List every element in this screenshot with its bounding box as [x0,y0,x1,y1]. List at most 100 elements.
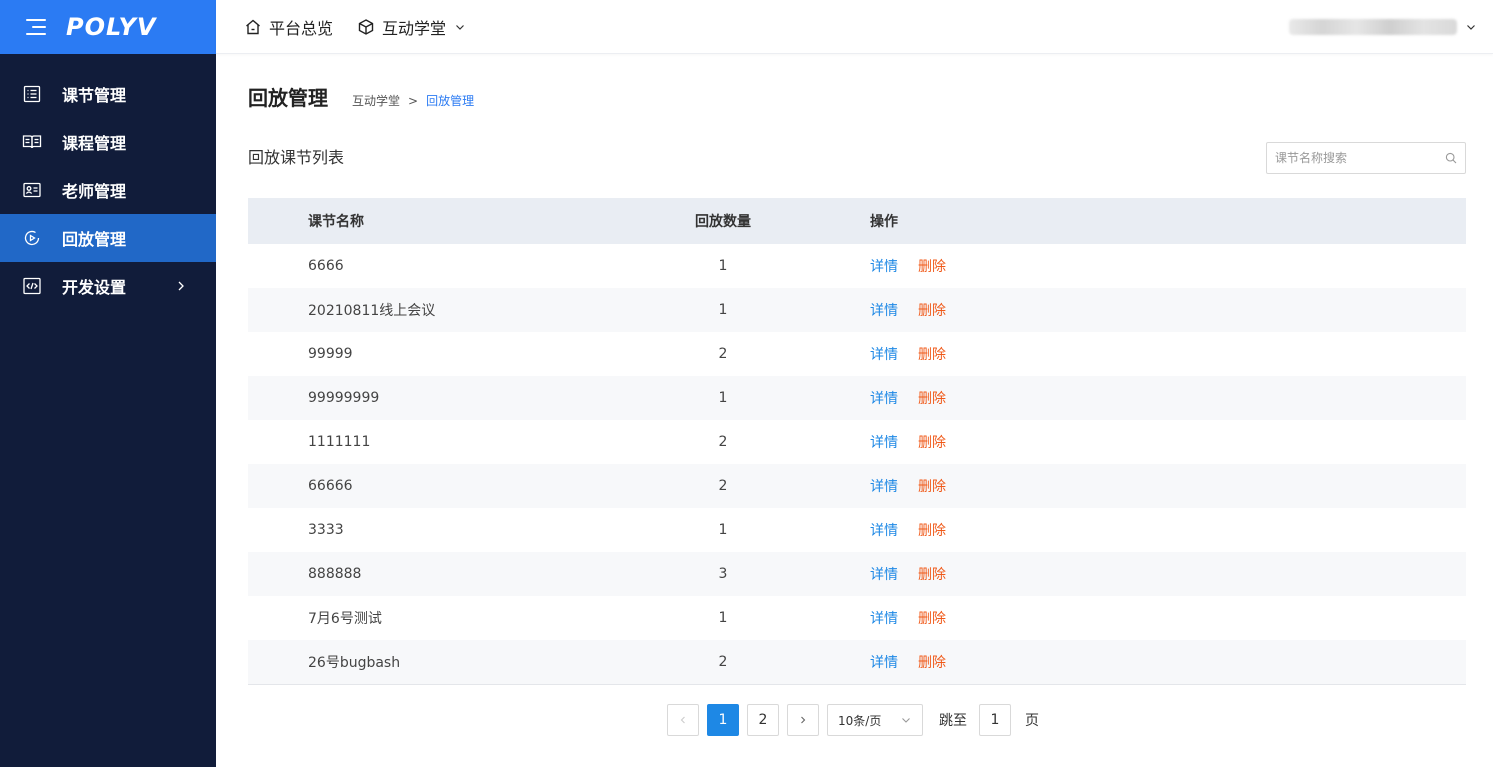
cube-icon [358,18,374,35]
section-title: 回放课节列表 [248,148,345,167]
row-actions: 详情 删除 [798,344,946,364]
playback-count: 1 [718,258,728,274]
detail-link[interactable]: 详情 [870,256,898,276]
playback-count: 2 [718,654,728,670]
chevron-down-icon [456,24,464,30]
page-header: 回放管理 互动学堂 > 回放管理 [248,82,474,111]
lesson-name: 3333 [308,522,344,538]
lesson-search-box [1266,142,1466,174]
book-icon [22,132,42,152]
row-actions: 详情 删除 [798,564,946,584]
sidebar-item-playback[interactable]: 回放管理 [0,214,216,262]
home-icon [246,19,260,34]
user-name-blurred [1289,19,1457,35]
page-title: 回放管理 [248,86,328,110]
sidebar-item-label: 老师管理 [62,182,127,201]
delete-link[interactable]: 删除 [918,564,946,584]
lesson-name: 1111111 [308,434,371,450]
delete-link[interactable]: 删除 [918,652,946,672]
table-row: 66666 2 详情 删除 [248,464,1466,508]
row-actions: 详情 删除 [798,652,946,672]
user-menu[interactable] [1289,15,1477,39]
sidebar-item-lessons[interactable]: 课节管理 [0,70,216,118]
playback-count: 1 [718,390,728,406]
table-row: 26号bugbash 2 详情 删除 [248,640,1466,684]
detail-link[interactable]: 详情 [870,520,898,540]
platform-overview-link[interactable]: 平台总览 [244,0,333,54]
row-actions: 详情 删除 [798,476,946,496]
playback-count: 2 [718,346,728,362]
playback-table: 课节名称 回放数量 操作 6666 1 详情 删除 20210811线上会议 1… [248,198,1466,685]
delete-link[interactable]: 删除 [918,476,946,496]
delete-link[interactable]: 删除 [918,388,946,408]
pagination: 1 2 10条/页 跳至 页 [667,704,1039,736]
row-actions: 详情 删除 [798,520,946,540]
playback-count: 1 [718,522,728,538]
list-icon [22,84,42,104]
delete-link[interactable]: 删除 [918,432,946,452]
detail-link[interactable]: 详情 [870,564,898,584]
sidebar-item-label: 回放管理 [62,230,127,249]
delete-link[interactable]: 删除 [918,256,946,276]
breadcrumb-separator: > [408,93,419,108]
delete-link[interactable]: 删除 [918,520,946,540]
brand-bar: POLYV [0,0,216,54]
lesson-name: 888888 [308,566,362,582]
delete-link[interactable]: 删除 [918,300,946,320]
row-actions: 详情 删除 [798,300,946,320]
jump-to-label: 跳至 [939,713,967,729]
prev-page-button[interactable] [667,704,699,736]
page-size-select[interactable]: 10条/页 [827,704,923,736]
sidebar-item-label: 课节管理 [62,86,127,105]
jump-page-input[interactable] [979,704,1011,736]
logo: POLYV [66,13,157,41]
breadcrumb-current: 回放管理 [426,94,475,108]
chevron-down-icon [902,718,910,723]
interactive-school-label: 互动学堂 [382,18,447,38]
playback-count: 3 [718,566,728,582]
id-card-icon [22,180,42,200]
row-actions: 详情 删除 [798,256,946,276]
row-actions: 详情 删除 [798,388,946,408]
table-row: 888888 3 详情 删除 [248,552,1466,596]
detail-link[interactable]: 详情 [870,388,898,408]
table-bottom-border [248,684,1466,685]
delete-link[interactable]: 删除 [918,344,946,364]
playback-count: 2 [718,434,728,450]
page-unit-label: 页 [1025,713,1039,729]
search-icon[interactable] [1445,152,1457,164]
page-button-1[interactable]: 1 [707,704,739,736]
lesson-name: 6666 [308,258,344,274]
interactive-school-menu[interactable]: 互动学堂 [357,0,466,54]
chevron-right-icon [178,281,184,291]
detail-link[interactable]: 详情 [870,300,898,320]
chevron-right-icon [801,716,806,724]
breadcrumb-parent[interactable]: 互动学堂 [352,92,400,109]
detail-link[interactable]: 详情 [870,476,898,496]
detail-link[interactable]: 详情 [870,432,898,452]
app-root: POLYV 课节管理 课程管理 老师管理 回放管理 开发设置 平台总览 互动学堂… [0,0,1493,767]
detail-link[interactable]: 详情 [870,344,898,364]
chevron-down-icon [1467,25,1475,30]
menu-toggle-icon[interactable] [26,19,46,35]
table-row: 99999999 1 详情 删除 [248,376,1466,420]
table-header: 课节名称 回放数量 操作 [248,198,1466,244]
lesson-name: 99999 [308,346,353,362]
detail-link[interactable]: 详情 [870,652,898,672]
code-icon [22,276,42,296]
table-row: 7月6号测试 1 详情 删除 [248,596,1466,640]
sidebar: POLYV 课节管理 课程管理 老师管理 回放管理 开发设置 [0,0,216,767]
lesson-search-input[interactable] [1275,151,1445,165]
delete-link[interactable]: 删除 [918,608,946,628]
sidebar-item-courses[interactable]: 课程管理 [0,118,216,166]
sidebar-item-dev-settings[interactable]: 开发设置 [0,262,216,310]
top-bar: 平台总览 互动学堂 [216,0,1493,54]
detail-link[interactable]: 详情 [870,608,898,628]
page-button-2[interactable]: 2 [747,704,779,736]
sidebar-item-teachers[interactable]: 老师管理 [0,166,216,214]
next-page-button[interactable] [787,704,819,736]
table-row: 20210811线上会议 1 详情 删除 [248,288,1466,332]
header-actions: 操作 [870,214,898,230]
lesson-name: 26号bugbash [308,655,401,671]
breadcrumb: 互动学堂 > 回放管理 [352,92,474,109]
